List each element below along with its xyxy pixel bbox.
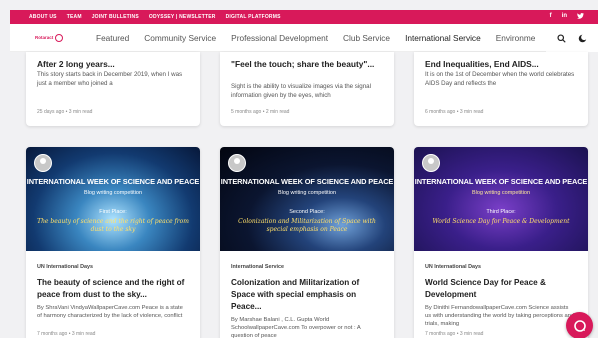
- article-excerpt: By Marshae Balani , C.L. Gupta World Sch…: [231, 317, 361, 338]
- article-date: 5 months ago: [231, 109, 262, 115]
- nav-item-professional-development[interactable]: Professional Development: [231, 33, 328, 43]
- author-avatar: [34, 154, 52, 172]
- article-excerpt: By Dinithi FernandowallpaperCave.com Sci…: [425, 305, 575, 327]
- article-category[interactable]: International Service: [231, 264, 284, 270]
- article-card[interactable]: "Feel the touch; share the beauty"... Si…: [220, 52, 394, 126]
- top-link-joint-bulletins[interactable]: JOINT BULLETINS: [92, 14, 139, 20]
- rotary-wheel-icon: [55, 33, 64, 42]
- article-date: 7 months ago: [425, 331, 456, 337]
- page: ABOUT US TEAM JOINT BULLETINS ODYSSEY | …: [0, 0, 598, 338]
- article-category[interactable]: UN International Days: [425, 264, 481, 270]
- article-date: 25 days ago: [37, 109, 65, 115]
- nav-item-international-service[interactable]: International Service: [405, 33, 481, 43]
- social-links: f in: [550, 13, 598, 21]
- article-read-time: 2 min read: [265, 109, 290, 115]
- image-script-text: World Science Day for Peace & Developmen…: [432, 218, 570, 225]
- article-meta: 25 days ago • 3 min read: [37, 109, 93, 115]
- top-link-newsletter[interactable]: ODYSSEY | NEWSLETTER: [149, 14, 216, 20]
- article-image[interactable]: INTERNATIONAL WEEK OF SCIENCE AND PEACE …: [220, 147, 394, 251]
- top-link-about-us[interactable]: ABOUT US: [29, 14, 57, 20]
- image-script-text: Colonization and Militarization of Space…: [238, 218, 376, 233]
- facebook-icon[interactable]: f: [550, 13, 552, 21]
- article-read-time: 3 min read: [71, 331, 96, 337]
- article-card[interactable]: After 2 long years... This story starts …: [26, 52, 200, 126]
- image-sub-text: Blog writing competition: [277, 190, 337, 196]
- nav-item-environment[interactable]: Environme: [496, 33, 536, 43]
- article-title[interactable]: World Science Day for Peace & Developmen…: [425, 277, 575, 301]
- linkedin-icon[interactable]: in: [562, 13, 567, 21]
- logo-text: Rotaract: [35, 35, 54, 40]
- article-title[interactable]: End Inequalities, End AIDS...: [425, 59, 539, 69]
- article-image[interactable]: INTERNATIONAL WEEK OF SCIENCE AND PEACE …: [414, 147, 588, 251]
- article-card[interactable]: INTERNATIONAL WEEK OF SCIENCE AND PEACE …: [26, 147, 200, 338]
- twitter-icon[interactable]: [577, 13, 584, 21]
- article-title[interactable]: "Feel the touch; share the beauty"...: [231, 58, 381, 70]
- search-icon[interactable]: [557, 33, 566, 43]
- article-title[interactable]: Colonization and Militarization of Space…: [231, 277, 381, 313]
- nav-item-featured[interactable]: Featured: [96, 33, 129, 43]
- nav-menu: Featured Community Service Professional …: [96, 33, 535, 43]
- dark-mode-icon[interactable]: [578, 33, 587, 43]
- article-meta: 7 months ago • 3 min read: [425, 331, 484, 337]
- logo[interactable]: Rotaract: [35, 31, 83, 45]
- article-read-time: 3 min read: [459, 331, 484, 337]
- top-links: ABOUT US TEAM JOINT BULLETINS ODYSSEY | …: [10, 14, 281, 20]
- article-excerpt: By ShraVani VindyaWallpaperCave.com Peac…: [37, 305, 183, 319]
- image-banner-text: INTERNATIONAL WEEK OF SCIENCE AND PEACE: [26, 177, 200, 186]
- article-meta: 7 months ago • 3 min read: [37, 331, 96, 337]
- article-date: 7 months ago: [37, 331, 68, 337]
- top-bar: ABOUT US TEAM JOINT BULLETINS ODYSSEY | …: [10, 10, 598, 24]
- main-nav: Rotaract Featured Community Service Prof…: [10, 24, 598, 52]
- article-category[interactable]: UN International Days: [37, 264, 93, 270]
- article-excerpt: This story starts back in December 2019,…: [37, 71, 183, 87]
- chat-bubble-icon: [573, 319, 586, 332]
- image-script-text: The beauty of science and the right of p…: [37, 218, 189, 233]
- image-place-text: First Place:: [99, 209, 127, 215]
- article-excerpt: Sight is the ability to visualize images…: [231, 83, 371, 99]
- nav-item-community-service[interactable]: Community Service: [144, 33, 216, 43]
- image-place-text: Second Place:: [289, 209, 325, 215]
- article-excerpt: It is on the 1st of December when the wo…: [425, 71, 575, 87]
- nav-item-club-service[interactable]: Club Service: [343, 33, 390, 43]
- image-place-text: Third Place:: [486, 209, 516, 215]
- image-sub-text: Blog writing competition: [83, 190, 143, 196]
- chat-button[interactable]: [566, 312, 593, 338]
- top-link-digital-platforms[interactable]: DIGITAL PLATFORMS: [226, 14, 281, 20]
- article-title[interactable]: After 2 long years...: [37, 59, 115, 69]
- article-read-time: 3 min read: [459, 109, 484, 115]
- article-meta: 5 months ago • 2 min read: [231, 109, 290, 115]
- author-avatar: [422, 154, 440, 172]
- article-title[interactable]: The beauty of science and the right of p…: [37, 277, 187, 301]
- image-banner-text: INTERNATIONAL WEEK OF SCIENCE AND PEACE: [414, 177, 588, 186]
- article-meta: 6 months ago • 3 min read: [425, 109, 484, 115]
- nav-icons: [546, 24, 598, 52]
- image-banner-text: INTERNATIONAL WEEK OF SCIENCE AND PEACE: [220, 177, 394, 186]
- article-card[interactable]: INTERNATIONAL WEEK OF SCIENCE AND PEACE …: [414, 147, 588, 338]
- author-avatar: [228, 154, 246, 172]
- article-card[interactable]: INTERNATIONAL WEEK OF SCIENCE AND PEACE …: [220, 147, 394, 338]
- image-sub-text: Blog writing competition: [471, 190, 531, 196]
- article-card[interactable]: End Inequalities, End AIDS... It is on t…: [414, 52, 588, 126]
- article-image[interactable]: INTERNATIONAL WEEK OF SCIENCE AND PEACE …: [26, 147, 200, 251]
- top-link-team[interactable]: TEAM: [67, 14, 82, 20]
- article-date: 6 months ago: [425, 109, 456, 115]
- article-read-time: 3 min read: [68, 109, 93, 115]
